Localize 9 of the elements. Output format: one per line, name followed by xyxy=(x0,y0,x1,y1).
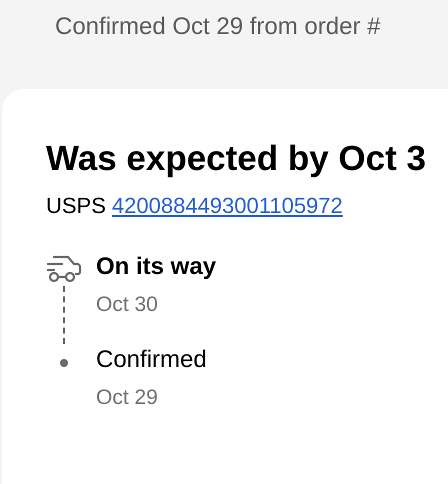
order-confirmation-text: Confirmed Oct 29 from order # xyxy=(55,13,380,40)
step-date: Oct 30 xyxy=(96,292,159,318)
delivery-heading: Was expected by Oct 3 xyxy=(46,139,426,178)
truck-icon xyxy=(46,254,82,284)
step-title: Confirmed xyxy=(96,345,207,375)
step-date: Oct 29 xyxy=(96,385,159,411)
step-title: On its way xyxy=(96,252,216,282)
carrier-name: USPS xyxy=(46,192,106,220)
tracking-link[interactable]: 4200884493001105972 xyxy=(112,191,343,221)
